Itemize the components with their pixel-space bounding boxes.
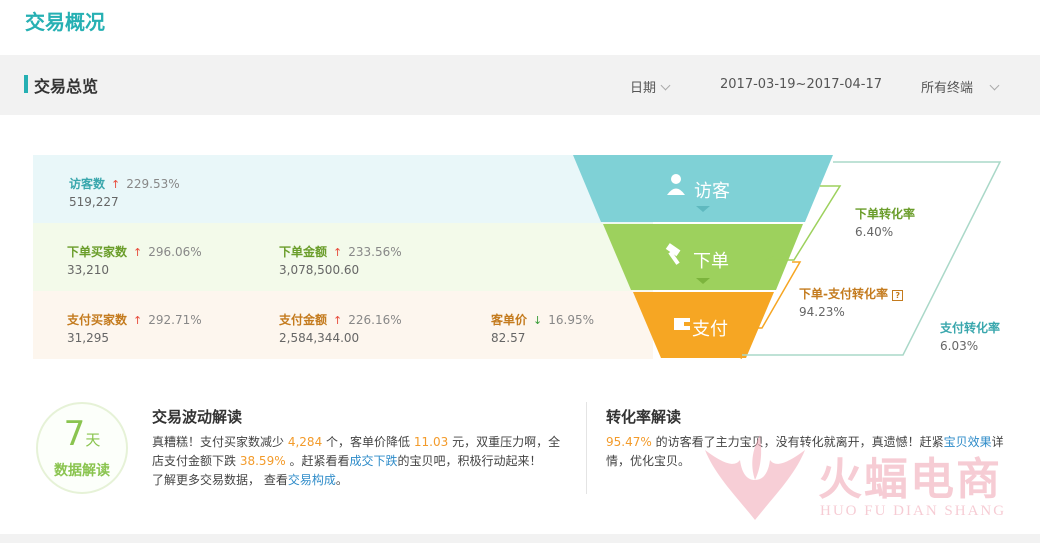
watermark-sub: HUO FU DIAN SHANG: [820, 503, 1007, 519]
rate-value: 94.23%: [799, 305, 845, 319]
metric-pay-amount: 支付金额 ↑ 226.16% 2,584,344.00: [279, 311, 402, 345]
metric-pct: 233.56%: [348, 245, 402, 259]
arrow-up-icon: ↑: [133, 314, 143, 327]
metric-pct: 292.71%: [148, 313, 202, 327]
metric-order-amount: 下单金额 ↑ 233.56% 3,078,500.60: [279, 243, 402, 277]
help-icon[interactable]: ?: [892, 290, 904, 301]
metric-name: 下单金额: [279, 245, 328, 259]
text: 情，优化宝贝。: [606, 454, 691, 468]
wave-line-1: 真糟糕！支付买家数减少 4,284 个，客单价降低 11.03 元，双重压力啊，…: [152, 433, 572, 452]
arrow-up-icon: ↑: [333, 246, 343, 259]
highlight-number: 11.03: [413, 435, 449, 449]
metric-visitors: 访客数 ↑ 229.53% 519,227: [69, 175, 180, 209]
highlight-number: 38.59%: [239, 454, 286, 468]
rate-name: 支付转化率: [940, 321, 1001, 335]
metric-pct: 226.16%: [348, 313, 402, 327]
rate-name: 下单-支付转化率 ?: [799, 285, 904, 302]
text: 店支付金额下跌: [152, 454, 237, 468]
funnel-order-label: 下单: [693, 251, 729, 272]
metric-pay-buyers: 支付买家数 ↑ 292.71% 31,295: [67, 311, 202, 345]
text: 。: [335, 473, 348, 487]
metric-order-buyers: 下单买家数 ↑ 296.06% 33,210: [67, 243, 202, 277]
days-num: 7: [63, 414, 86, 454]
section-marker: [24, 75, 28, 93]
summary-bar: 交易总览 日期 2017-03-19~2017-04-17 所有终端: [0, 55, 1040, 115]
wave-line-2: 店支付金额下跌 38.59% 。赶紧看看成交下跌的宝贝吧，积极行动起来！: [152, 452, 572, 471]
chevron-down-icon: [989, 80, 1000, 91]
text: 了解更多交易数据， 查看: [152, 473, 288, 487]
metric-value: 33,210: [67, 263, 109, 277]
page-title: 交易概况: [25, 10, 105, 34]
rate-name-text: 下单-支付转化率: [799, 287, 888, 301]
rate-value: 6.03%: [940, 339, 979, 353]
highlight-number: 95.47%: [606, 435, 652, 449]
arrow-up-icon: ↑: [133, 246, 143, 259]
order-rate: 下单转化率 6.40%: [855, 205, 915, 239]
arrow-up-icon: ↑: [111, 178, 121, 191]
watermark-brand: 火蝠电商: [818, 454, 1002, 505]
composition-link[interactable]: 交易构成: [288, 473, 336, 487]
metric-name: 客单价: [491, 313, 528, 327]
chevron-down-icon: [660, 80, 671, 91]
metric-value: 2,584,344.00: [279, 331, 360, 345]
metric-pct: 296.06%: [148, 245, 202, 259]
bat-logo-icon: [705, 435, 805, 520]
text: 。赶紧看看: [289, 454, 350, 468]
metric-value: 31,295: [67, 331, 109, 345]
rate-name: 下单转化率: [855, 207, 916, 221]
wave-line-3: 了解更多交易数据， 查看交易构成。: [152, 471, 572, 490]
days-unit: 天: [85, 431, 101, 449]
text: 个，客单价降低: [326, 435, 411, 449]
terminal-label: 所有终端: [921, 81, 974, 96]
funnel-pay-label: 支付: [692, 319, 728, 340]
bottom-divider: [0, 534, 1040, 543]
text: 元，双重压力啊，全: [452, 435, 561, 449]
order-pay-rate: 下单-支付转化率 ? 94.23%: [799, 285, 904, 319]
highlight-number: 4,284: [287, 435, 323, 449]
summary-title: 交易总览: [34, 77, 99, 96]
days-badge: 7天 数据解读: [36, 402, 128, 494]
days-number: 7天: [38, 414, 126, 460]
text: 的宝贝吧，积极行动起来！: [397, 454, 542, 468]
conversion-title: 转化率解读: [606, 408, 682, 426]
text: 真糟糕！支付买家数减少: [152, 435, 285, 449]
arrow-up-icon: ↑: [333, 314, 343, 327]
date-label: 日期: [630, 81, 657, 96]
watermark: 火蝠电商 HUO FU DIAN SHANG: [700, 425, 1030, 530]
metric-name: 支付买家数: [67, 313, 128, 327]
rate-value: 6.40%: [855, 225, 894, 239]
pay-rate: 支付转化率 6.03%: [940, 319, 1000, 353]
decline-link[interactable]: 成交下跌: [349, 454, 397, 468]
days-sub: 数据解读: [54, 463, 110, 479]
terminal-dropdown[interactable]: 所有终端: [921, 77, 1000, 96]
metric-name: 下单买家数: [67, 245, 128, 259]
metric-value: 519,227: [69, 195, 119, 209]
date-dropdown[interactable]: 日期: [630, 77, 671, 96]
wave-title: 交易波动解读: [152, 408, 243, 426]
funnel-visit-label: 访客: [694, 181, 730, 202]
divider: [586, 402, 587, 494]
wave-text: 真糟糕！支付买家数减少 4,284 个，客单价降低 11.03 元，双重压力啊，…: [152, 433, 572, 490]
metric-pct: 229.53%: [126, 177, 180, 191]
metric-value: 3,078,500.60: [279, 263, 360, 277]
metric-name: 支付金额: [279, 313, 328, 327]
metric-name: 访客数: [69, 177, 106, 191]
arrow-down-icon: ↓: [533, 314, 543, 327]
date-range[interactable]: 2017-03-19~2017-04-17: [720, 77, 882, 92]
conversion-funnel: 访客 下单 支付 下单转化率 6.40% 下单-支付转化率 ? 94.23% 支…: [560, 150, 1020, 365]
wallet-icon: [674, 318, 690, 330]
